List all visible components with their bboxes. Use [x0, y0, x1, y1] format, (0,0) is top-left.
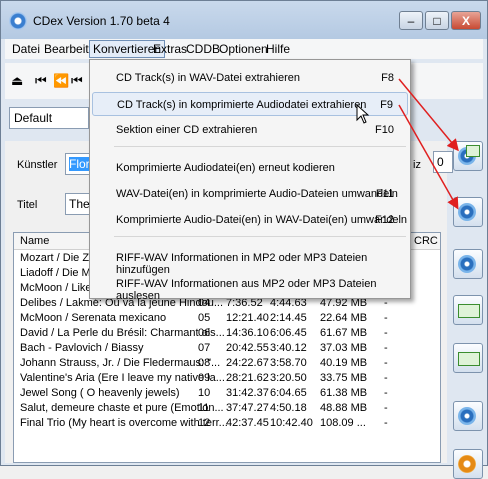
application-window: CDex Version 1.70 beta 4 – □ X Datei Bea… — [0, 0, 488, 479]
annotation-arrows — [398, 78, 459, 210]
arrow-f8 — [398, 78, 459, 152]
arrow-f9 — [398, 104, 459, 210]
